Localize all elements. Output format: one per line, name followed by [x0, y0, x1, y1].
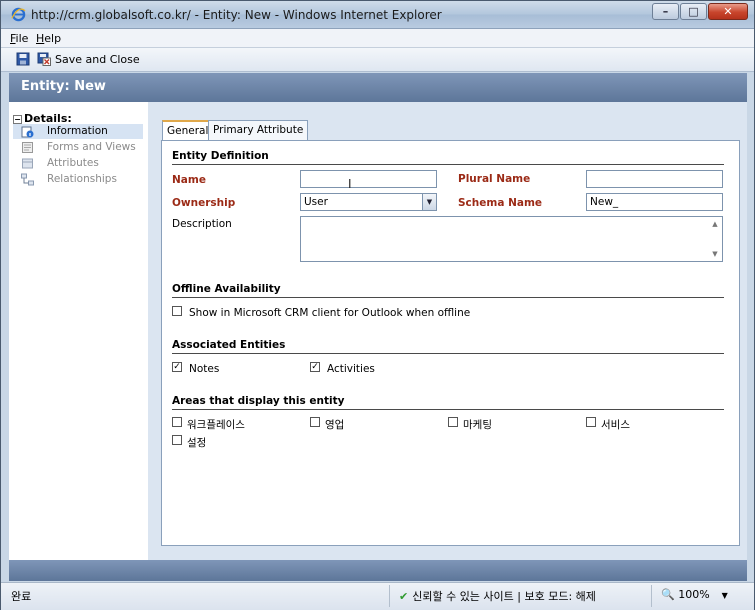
area-label-service: 서비스	[601, 419, 630, 431]
window-title: http://crm.globalsoft.co.kr/ - Entity: N…	[31, 8, 442, 22]
offline-checkbox-label: Show in Microsoft CRM client for Outlook…	[189, 307, 471, 319]
description-label: Description	[172, 218, 232, 230]
status-bar: 완료 ✔ 신뢰할 수 있는 사이트 | 보호 모드: 해제 🔍 100% ▼	[1, 582, 754, 610]
title-bar: http://crm.globalsoft.co.kr/ - Entity: N…	[1, 1, 754, 29]
tab-general[interactable]: General	[162, 120, 214, 141]
info-icon	[21, 126, 34, 138]
description-field[interactable]: ▲ ▼	[300, 216, 723, 262]
area-checkbox-workplace[interactable]	[172, 417, 182, 427]
browser-window: http://crm.globalsoft.co.kr/ - Entity: N…	[0, 0, 755, 610]
status-divider	[389, 585, 390, 607]
main-area: General Primary Attribute Entity Definit…	[148, 102, 747, 560]
schema-name-field[interactable]: New_	[586, 193, 723, 211]
nav-item-attributes[interactable]: Attributes	[13, 156, 143, 171]
offline-checkbox[interactable]	[172, 306, 182, 316]
zoom-icon: 🔍	[661, 588, 675, 601]
trusted-check-icon: ✔	[399, 590, 409, 603]
tab-label: General	[167, 125, 209, 137]
maximize-button[interactable]: □	[680, 3, 707, 20]
security-zone-label: 신뢰할 수 있는 사이트 | 보호 모드: 해제	[412, 590, 596, 603]
forms-icon	[22, 142, 33, 153]
section-entity-definition: Entity Definition	[172, 150, 724, 165]
entity-header: Entity: New	[9, 73, 747, 102]
nav-item-label: Information	[47, 125, 108, 137]
close-button[interactable]: ✕	[708, 3, 748, 20]
plural-name-field[interactable]	[586, 170, 723, 188]
nav-item-label: Relationships	[47, 173, 117, 185]
name-field[interactable]	[300, 170, 437, 188]
menu-file[interactable]: File	[10, 32, 28, 45]
nav-item-relationships[interactable]: Relationships	[13, 172, 143, 187]
page-title: Entity: New	[21, 79, 106, 94]
menu-help[interactable]: Help	[36, 32, 61, 45]
relationships-icon	[21, 173, 34, 186]
ownership-value: User	[304, 196, 328, 208]
zoom-control[interactable]: 🔍 100% ▼	[661, 588, 728, 601]
tab-label: Primary Attribute	[213, 124, 304, 136]
name-label: Name	[172, 174, 206, 186]
text-cursor-icon: I	[348, 177, 352, 191]
area-label-sales: 영업	[325, 419, 345, 431]
scroll-up-icon[interactable]: ▲	[708, 220, 722, 228]
nav-item-forms-and-views[interactable]: Forms and Views	[13, 140, 143, 155]
menu-file-label: ile	[15, 32, 29, 45]
save-close-icon[interactable]	[37, 52, 51, 66]
activities-checkbox[interactable]: ✓	[310, 362, 320, 372]
chevron-down-icon[interactable]: ▼	[722, 591, 728, 600]
save-icon[interactable]	[16, 52, 30, 66]
ownership-label: Ownership	[172, 197, 236, 209]
area-label-workplace: 워크플레이스	[187, 419, 245, 431]
status-text: 완료	[11, 590, 32, 603]
ownership-select[interactable]: User ▼	[300, 193, 437, 211]
ie-logo-icon	[11, 7, 26, 22]
chevron-down-icon[interactable]: ▼	[422, 194, 436, 210]
nav-item-information[interactable]: Information	[13, 124, 143, 139]
notes-checkbox[interactable]: ✓	[172, 362, 182, 372]
minimize-icon: –	[662, 5, 669, 18]
collapse-icon[interactable]: −	[13, 115, 22, 124]
menu-help-label: elp	[44, 32, 62, 45]
form-panel: Entity Definition Name Plural Name Owner…	[161, 140, 740, 546]
textarea-scrollbar[interactable]: ▲ ▼	[708, 217, 722, 261]
zoom-level: 100%	[678, 588, 710, 601]
notes-checkbox-label: Notes	[189, 363, 220, 375]
section-associated-entities: Associated Entities	[172, 339, 724, 354]
minimize-button[interactable]: –	[652, 3, 679, 20]
area-checkbox-settings[interactable]	[172, 435, 182, 445]
save-and-close-button[interactable]: Save and Close	[55, 53, 140, 66]
window-controls: – □ ✕	[651, 3, 748, 20]
schema-name-label: Schema Name	[458, 197, 542, 209]
area-label-marketing: 마케팅	[463, 419, 492, 431]
area-checkbox-sales[interactable]	[310, 417, 320, 427]
attributes-icon	[22, 158, 33, 169]
toolbar: Save and Close	[1, 48, 754, 72]
close-icon: ✕	[723, 5, 733, 18]
plural-name-label: Plural Name	[458, 173, 531, 185]
section-offline-availability: Offline Availability	[172, 283, 724, 298]
activities-checkbox-label: Activities	[327, 363, 375, 375]
status-divider	[651, 585, 652, 607]
area-checkbox-marketing[interactable]	[448, 417, 458, 427]
nav-item-label: Attributes	[47, 157, 99, 169]
left-nav: − Details: Information Forms and Views At…	[9, 102, 148, 560]
nav-item-label: Forms and Views	[47, 141, 136, 153]
area-checkbox-service[interactable]	[586, 417, 596, 427]
menu-bar: File Help	[1, 29, 754, 48]
maximize-icon: □	[688, 5, 699, 18]
tab-primary-attribute[interactable]: Primary Attribute	[208, 120, 309, 140]
section-areas: Areas that display this entity	[172, 395, 724, 410]
scroll-down-icon[interactable]: ▼	[708, 250, 722, 258]
area-label-settings: 설정	[187, 437, 207, 449]
security-zone[interactable]: ✔ 신뢰할 수 있는 사이트 | 보호 모드: 해제	[399, 588, 596, 604]
bottom-strip	[9, 560, 747, 581]
